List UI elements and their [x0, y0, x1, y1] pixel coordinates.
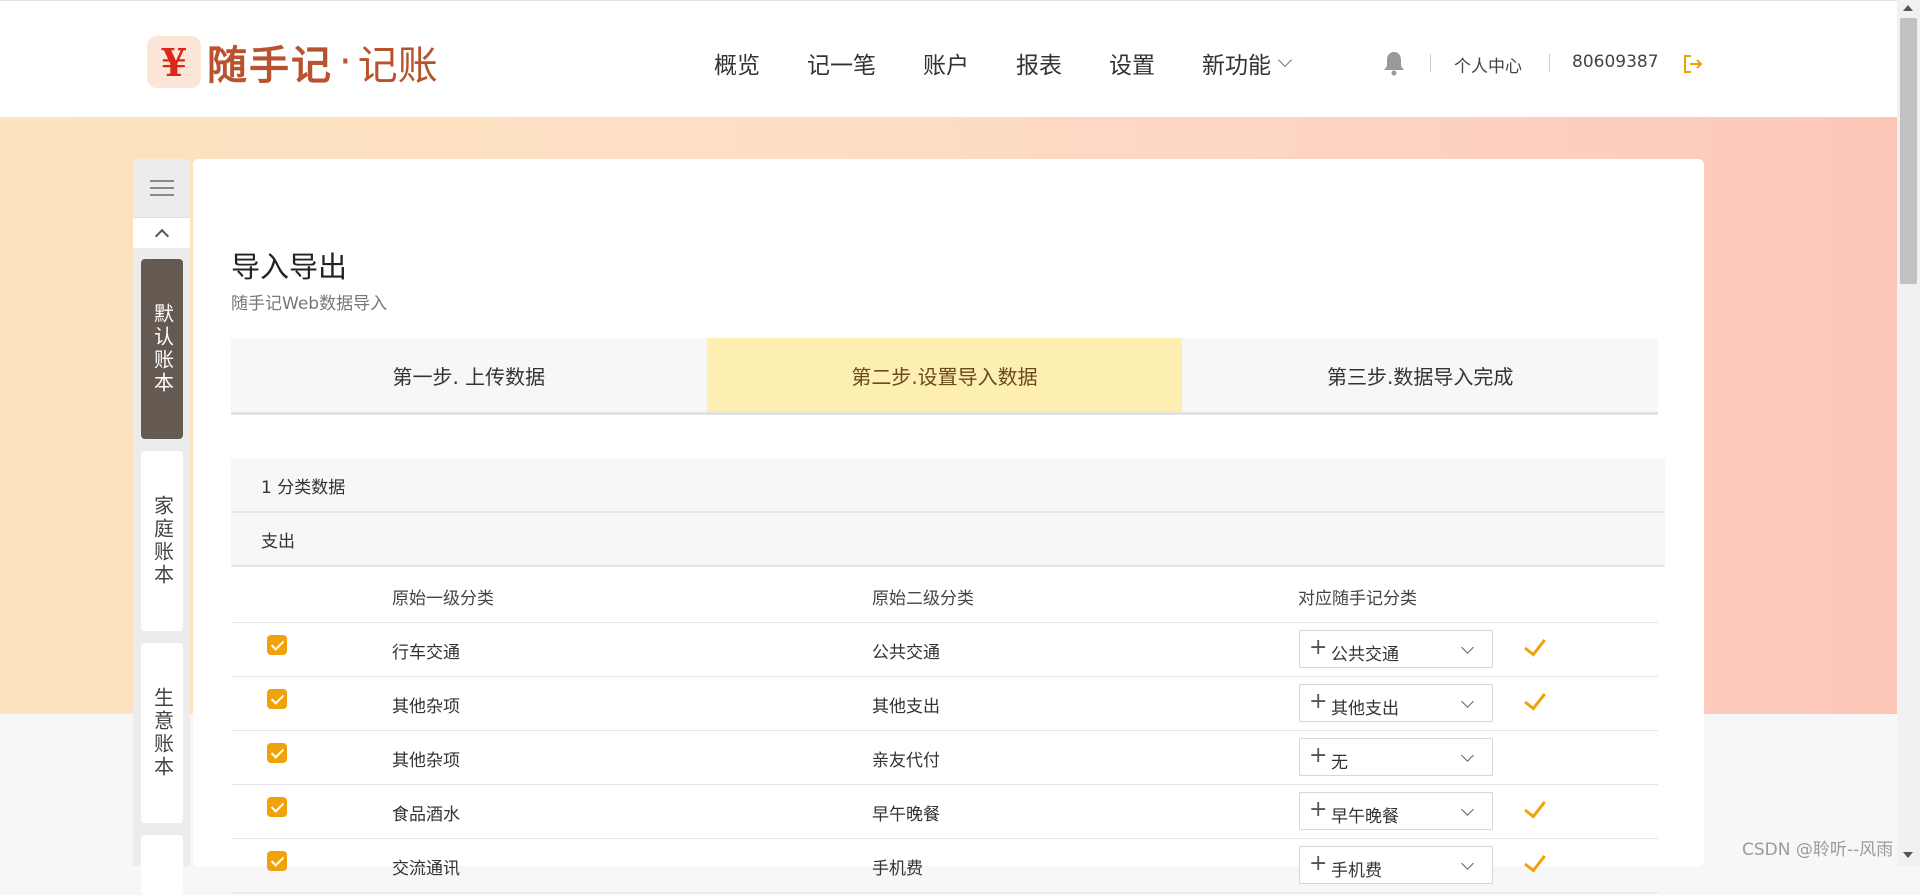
book-tab-family[interactable]: 家庭账本 [141, 451, 183, 631]
table-row: 行车交通 公共交通 + 公共交通 [231, 622, 1658, 677]
table-row: 食品酒水 早午晚餐 + 早午晚餐 [231, 784, 1658, 839]
row-checkbox[interactable] [267, 851, 287, 871]
nav-reports[interactable]: 报表 [1016, 46, 1062, 80]
bell-icon[interactable] [1383, 50, 1405, 76]
page-title: 导入导出 [231, 250, 348, 284]
table-header: 原始一级分类 原始二级分类 对应随手记分类 [231, 567, 1658, 623]
page-subtitle: 随手记Web数据导入 [231, 294, 388, 314]
row-checkbox[interactable] [267, 689, 287, 709]
nav-new-features-label: 新功能 [1202, 53, 1271, 79]
row-checkbox[interactable] [267, 635, 287, 655]
row-checkbox[interactable] [267, 797, 287, 817]
logo-dot: · [339, 39, 352, 85]
page-scrollbar[interactable] [1897, 0, 1920, 866]
category-select[interactable]: + 公共交通 [1299, 630, 1493, 668]
category-select[interactable]: + 无 [1299, 738, 1493, 776]
nav-overview[interactable]: 概览 [714, 46, 760, 80]
check-icon [1524, 687, 1546, 711]
plus-icon: + [1309, 743, 1328, 768]
category-select[interactable]: + 其他支出 [1299, 684, 1493, 722]
nav-new-features[interactable]: 新功能 [1202, 46, 1293, 80]
section-heading: 1 分类数据 [231, 459, 1665, 513]
plus-icon: + [1309, 689, 1328, 714]
header-level1: 原始一级分类 [392, 589, 494, 609]
check-icon [1524, 849, 1546, 873]
category-select-value: 公共交通 [1331, 645, 1399, 665]
row-level2: 手机费 [872, 859, 923, 879]
watermark: CSDN @聆听--风雨 [1742, 840, 1894, 860]
menu-icon[interactable] [133, 159, 190, 218]
logo-name: 随手记 [207, 42, 333, 89]
row-level2: 公共交通 [872, 643, 940, 663]
row-level2: 其他支出 [872, 697, 940, 717]
row-level1: 行车交通 [392, 643, 460, 663]
category-select-value: 无 [1331, 753, 1348, 773]
plus-icon: + [1309, 851, 1328, 876]
category-select-value: 其他支出 [1331, 699, 1399, 719]
row-level1: 其他杂项 [392, 697, 460, 717]
nav-record[interactable]: 记一笔 [807, 46, 876, 80]
category-select[interactable]: + 手机费 [1299, 846, 1493, 884]
table-row: 其他杂项 其他支出 + 其他支出 [231, 676, 1658, 731]
user-center-link[interactable]: 个人中心 [1454, 52, 1522, 77]
row-level1: 其他杂项 [392, 751, 460, 771]
scroll-thumb[interactable] [1900, 18, 1917, 284]
logout-icon[interactable] [1682, 53, 1704, 75]
book-tab-default[interactable]: 默认账本 [141, 259, 183, 439]
check-icon [1524, 795, 1546, 819]
section-type: 支出 [231, 513, 1665, 567]
book-tab-more[interactable] [141, 835, 183, 895]
category-select-value: 早午晚餐 [1331, 807, 1399, 827]
divider [1430, 54, 1431, 72]
category-select-value: 手机费 [1331, 861, 1382, 881]
plus-icon: + [1309, 635, 1328, 660]
top-navbar: ¥ 随手记 · 记账 概览 记一笔 账户 报表 设置 新功能 个人中心 8060… [0, 0, 1897, 117]
chevron-down-icon [1461, 749, 1474, 762]
table-row: 其他杂项 亲友代付 + 无 [231, 730, 1658, 785]
chevron-down-icon [1461, 641, 1474, 654]
step-3: 第三步.数据导入完成 [1327, 364, 1514, 389]
row-level1: 食品酒水 [392, 805, 460, 825]
step-2: 第二步.设置导入数据 [706, 338, 1183, 412]
chevron-down-icon [1461, 857, 1474, 870]
row-checkbox[interactable] [267, 743, 287, 763]
row-level2: 早午晚餐 [872, 805, 940, 825]
header-level2: 原始二级分类 [872, 589, 974, 609]
chevron-down-icon [1277, 52, 1293, 68]
book-tab-business[interactable]: 生意账本 [141, 643, 183, 823]
row-level1: 交流通讯 [392, 859, 460, 879]
plus-icon: + [1309, 797, 1328, 822]
divider [1549, 54, 1550, 72]
category-select[interactable]: + 早午晚餐 [1299, 792, 1493, 830]
logo[interactable]: ¥ 随手记 · 记账 [147, 36, 438, 89]
scroll-down-arrow-icon[interactable] [1903, 852, 1913, 858]
check-icon [1524, 633, 1546, 657]
chevron-up-icon[interactable] [133, 218, 190, 248]
row-level2: 亲友代付 [872, 751, 940, 771]
nav-accounts[interactable]: 账户 [923, 46, 969, 80]
step-1: 第一步. 上传数据 [392, 364, 546, 389]
logo-subtitle: 记账 [357, 43, 438, 89]
header-mapped: 对应随手记分类 [1298, 589, 1417, 609]
chevron-down-icon [1461, 803, 1474, 816]
import-steps: 第一步. 上传数据 第二步.设置导入数据 第三步.数据导入完成 [231, 338, 1658, 415]
main-nav: 概览 记一笔 账户 报表 设置 新功能 [714, 43, 1337, 83]
chevron-down-icon [1461, 695, 1474, 708]
user-id-link[interactable]: 80609387 [1572, 52, 1659, 72]
account-book-sidebar: 默认账本 家庭账本 生意账本 [133, 159, 190, 895]
logo-yen-icon: ¥ [147, 36, 201, 88]
nav-settings[interactable]: 设置 [1109, 46, 1155, 80]
scroll-up-arrow-icon[interactable] [1903, 5, 1913, 11]
